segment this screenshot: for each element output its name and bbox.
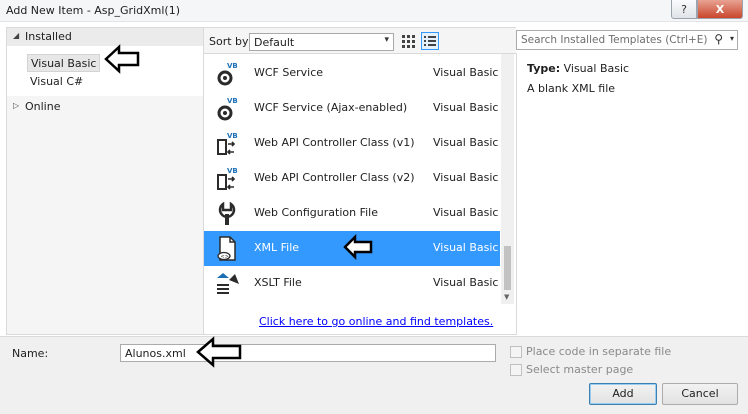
template-language: Visual Basic: [433, 171, 499, 184]
type-line: Type: Visual Basic: [527, 62, 629, 75]
template-name: WCF Service: [254, 66, 324, 79]
template-name: Web Configuration File: [254, 206, 378, 219]
add-button[interactable]: Add: [589, 383, 657, 405]
collapse-arrow-icon[interactable]: ◢: [13, 31, 19, 40]
search-icon[interactable]: ⚲: [714, 32, 723, 46]
template-name: WCF Service (Ajax-enabled): [254, 101, 408, 114]
annotation-arrow-icon: [196, 336, 242, 368]
details-panel: Type: Visual Basic A blank XML file: [516, 53, 742, 335]
grid-view-button[interactable]: [399, 32, 417, 50]
template-row-wcf-service[interactable]: VB WCF Service Visual Basic: [204, 56, 500, 91]
chevron-down-icon: ▾: [384, 35, 389, 45]
template-description: A blank XML file: [527, 82, 616, 95]
cancel-button[interactable]: Cancel: [662, 383, 738, 405]
web-config-icon: [218, 201, 236, 225]
annotation-arrow-icon: [104, 44, 140, 74]
expand-arrow-icon[interactable]: ▷: [13, 101, 19, 110]
search-placeholder: Search Installed Templates (Ctrl+E): [521, 34, 708, 46]
template-language: Visual Basic: [433, 206, 499, 219]
select-master-label: Select master page: [526, 363, 634, 376]
online-templates-link[interactable]: Click here to go online and find templat…: [259, 315, 493, 328]
place-code-label: Place code in separate file: [526, 345, 672, 358]
svg-text:VB: VB: [227, 132, 238, 140]
name-label: Name:: [12, 347, 49, 360]
window-title: Add New Item - Asp_GridXml(1): [6, 4, 180, 17]
search-input[interactable]: Search Installed Templates (Ctrl+E) ⚲ ▾: [516, 30, 738, 50]
grid-view-icon: [402, 35, 415, 48]
sort-label: Sort by:: [209, 35, 252, 48]
svg-text:<>: <>: [221, 254, 229, 260]
xml-file-icon: <>: [217, 236, 236, 261]
xslt-file-icon: [217, 273, 239, 294]
template-name: Web API Controller Class (v2): [254, 171, 415, 184]
help-button[interactable]: ?: [671, 0, 697, 19]
place-code-checkbox[interactable]: [510, 346, 522, 358]
template-list-scrollbar[interactable]: ▼: [501, 54, 514, 304]
svg-text:VB: VB: [227, 62, 238, 70]
template-language: Visual Basic: [433, 136, 499, 149]
template-row-web-api-v1[interactable]: VB Web API Controller Class (v1) Visual …: [204, 126, 500, 161]
search-options-chevron-icon[interactable]: ▾: [730, 34, 734, 43]
list-view-button[interactable]: [421, 32, 439, 50]
web-api-controller-icon: VB: [217, 132, 238, 155]
name-field[interactable]: Alunos.xml: [120, 344, 496, 362]
web-api-controller-icon: VB: [217, 167, 238, 190]
template-language: Visual Basic: [433, 101, 499, 114]
template-row-wcf-ajax[interactable]: VB WCF Service (Ajax-enabled) Visual Bas…: [204, 91, 500, 126]
template-list: VB WCF Service Visual Basic VB WCF Servi…: [204, 53, 516, 335]
template-language: Visual Basic: [433, 276, 499, 289]
template-name: XSLT File: [254, 276, 302, 289]
bottom-form: Name: Alunos.xml Place code in separate …: [0, 336, 748, 414]
tree-node-online[interactable]: ▷ Online: [7, 98, 203, 116]
sort-toolbar: Sort by: Default ▾: [204, 27, 516, 53]
sort-value: Default: [254, 36, 295, 49]
select-master-checkbox[interactable]: [510, 364, 522, 376]
tree-label-online: Online: [25, 100, 61, 113]
template-name: Web API Controller Class (v1): [254, 136, 415, 149]
svg-text:VB: VB: [227, 97, 238, 105]
template-language: Visual Basic: [433, 66, 499, 79]
wcf-ajax-service-icon: VB: [217, 97, 238, 121]
close-button[interactable]: X: [697, 0, 743, 19]
tree-item-visual-csharp[interactable]: Visual C#: [27, 73, 86, 91]
template-row-web-config[interactable]: Web Configuration File Visual Basic: [204, 196, 500, 231]
template-row-web-api-v2[interactable]: VB Web API Controller Class (v2) Visual …: [204, 161, 500, 196]
scroll-down-arrow-icon[interactable]: ▼: [504, 293, 509, 301]
wcf-service-icon: VB: [217, 62, 238, 86]
annotation-arrow-icon: [343, 234, 373, 260]
svg-text:VB: VB: [227, 167, 238, 175]
tree-item-visual-basic[interactable]: Visual Basic: [27, 54, 101, 72]
list-view-icon: [424, 36, 436, 46]
scroll-thumb[interactable]: [504, 246, 511, 290]
sort-dropdown[interactable]: Default ▾: [249, 33, 394, 51]
template-language: Visual Basic: [433, 241, 499, 254]
tree-label-installed: Installed: [25, 30, 72, 43]
type-label: Type:: [527, 62, 561, 75]
template-name: XML File: [254, 241, 300, 254]
template-row-xslt-file[interactable]: XSLT File Visual Basic: [204, 266, 500, 301]
type-value: Visual Basic: [563, 62, 630, 75]
title-bar: Add New Item - Asp_GridXml(1) ? X: [0, 0, 748, 22]
